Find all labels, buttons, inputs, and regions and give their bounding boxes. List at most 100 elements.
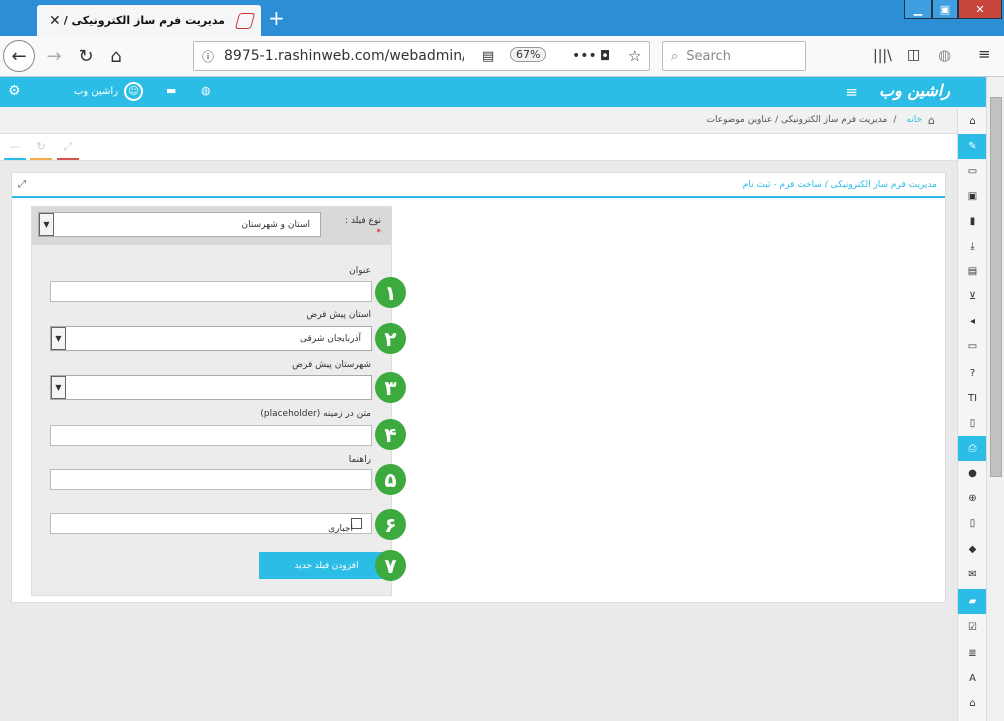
fullscreen-icon[interactable]: ⤢ xyxy=(57,140,79,160)
app-header: ⚙ راشین وب ☺ ▬ ◍ ≡ راشین وب xyxy=(0,77,990,107)
font-icon[interactable]: A xyxy=(958,666,987,691)
breadcrumb-current: مدیریت فرم ساز الکترونیکی / عناوین موضوع… xyxy=(706,115,888,125)
placeholder-label: متن در زمینه (placeholder) xyxy=(260,409,371,419)
more-icon[interactable]: ••• xyxy=(572,48,597,64)
field-type-value: استان و شهرستان xyxy=(241,219,310,230)
question-icon[interactable]: ? xyxy=(958,361,987,386)
sidebar-icon[interactable]: ◫ xyxy=(907,47,920,63)
field-type-label: نوع فیلد : xyxy=(345,216,381,226)
browser-tab[interactable]: ✕ مدیریت فرم ساز الکترونیکی / عناوی xyxy=(37,5,261,36)
guide-input[interactable] xyxy=(50,469,372,490)
step-marker-7: ۷ xyxy=(375,550,406,581)
home-icon[interactable]: ⌂ xyxy=(928,114,935,127)
scrollbar-thumb[interactable] xyxy=(990,97,1002,477)
required-label: اجباری xyxy=(328,524,353,534)
default-province-label: استان پیش فرض xyxy=(306,310,371,320)
reload-icon[interactable]: ↻ xyxy=(70,40,102,72)
avatar-icon: ☺ xyxy=(124,82,144,101)
guide-label: راهنما xyxy=(348,455,371,465)
expand-icon[interactable]: ⤢ xyxy=(18,179,26,190)
user-menu[interactable]: راشین وب ☺ xyxy=(74,82,144,101)
library-icon[interactable]: |||\ xyxy=(873,48,892,64)
minimize-button[interactable]: ▁ xyxy=(904,0,932,19)
chevron-down-icon[interactable]: ▼ xyxy=(39,213,54,236)
panel-header: مدیریت فرم ساز الکترونیکی / ساخت فرم - ث… xyxy=(12,173,945,198)
field-form: نوع فیلد : * استان و شهرستان ▼ عنوان است… xyxy=(31,206,406,596)
chevron-down-icon[interactable]: ▼ xyxy=(51,376,66,399)
printer-icon[interactable]: ⎙ xyxy=(958,436,987,461)
monitor-icon[interactable]: ▭ xyxy=(958,334,987,359)
step-marker-4: ۴ xyxy=(375,419,406,450)
maximize-button[interactable]: ▣ xyxy=(932,0,958,19)
page-icon[interactable]: ▯ xyxy=(958,411,987,436)
tab-title: مدیریت فرم ساز الکترونیکی / عناوی xyxy=(61,14,225,27)
check-square-icon[interactable]: ☑ xyxy=(958,615,987,640)
cart-icon[interactable]: ⊻ xyxy=(958,284,987,309)
window-titlebar: ✕ مدیریت فرم ساز الکترونیکی / عناوی + ▁ … xyxy=(0,0,1004,36)
required-star: * xyxy=(376,228,382,238)
film-icon[interactable]: ▤ xyxy=(958,259,987,284)
back-arrow-icon[interactable]: ← xyxy=(3,40,35,72)
main-panel: مدیریت فرم ساز الکترونیکی / ساخت فرم - ث… xyxy=(11,172,946,603)
panel-title: مدیریت فرم ساز الکترونیکی / ساخت فرم - ث… xyxy=(742,179,937,190)
bookmark-star-icon[interactable]: ☆ xyxy=(628,47,641,65)
speaker-icon[interactable]: ◂ xyxy=(958,309,987,334)
home-icon[interactable]: ⌂ xyxy=(958,109,987,134)
comments-icon[interactable]: ◆ xyxy=(958,537,987,562)
pocket-icon[interactable]: ◘ xyxy=(600,49,610,64)
id-card-icon[interactable]: ▭ xyxy=(958,159,987,184)
default-city-label: شهرستان پیش فرض xyxy=(292,360,371,370)
envelope-icon[interactable]: ✉ xyxy=(958,562,987,587)
refresh-icon[interactable]: ↻ xyxy=(30,140,52,160)
tab-close-icon[interactable]: ✕ xyxy=(49,13,61,29)
field-type-select[interactable]: استان و شهرستان ▼ xyxy=(38,212,321,237)
list-icon[interactable]: ≣ xyxy=(958,641,987,666)
url-text: 8975-1.rashinweb.com/webadmin/ xyxy=(224,48,465,64)
menu-icon[interactable]: ≡ xyxy=(978,45,991,63)
add-field-button[interactable]: افزودن فیلد جدید xyxy=(259,552,394,579)
user-icon[interactable]: ● xyxy=(958,461,987,486)
chevron-down-icon[interactable]: ▼ xyxy=(51,327,66,350)
panel-toolstrip: — ↻ ⤢ xyxy=(0,134,957,161)
folder-open-icon[interactable]: ▰ xyxy=(958,589,987,614)
default-province-value: آذربایجان شرقی xyxy=(300,333,361,344)
user-name: راشین وب xyxy=(74,86,119,97)
right-sidebar: ⌂ ✎ ▭ ▣ ▮ ⤓ ▤ ⊻ ◂ ▭ ? TI ▯ ⎙ ● ⊕ ▯ ◆ ✉ ▰… xyxy=(957,107,987,721)
close-window-button[interactable]: ✕ xyxy=(958,0,1002,19)
pencil-icon[interactable]: ✎ xyxy=(958,134,987,159)
info-icon[interactable]: ⓘ xyxy=(202,48,214,65)
placeholder-input[interactable] xyxy=(50,425,372,446)
step-marker-6: ۶ xyxy=(375,509,406,540)
globe-icon[interactable]: ◍ xyxy=(938,46,951,64)
title-label: عنوان xyxy=(349,266,371,276)
minimize-panel-icon[interactable]: — xyxy=(4,140,26,160)
globe-icon[interactable]: ◍ xyxy=(201,84,211,97)
mobile-icon[interactable]: ▯ xyxy=(958,511,987,536)
new-tab-icon[interactable]: + xyxy=(268,6,285,30)
breadcrumb-home[interactable]: خانه xyxy=(906,115,922,125)
home-icon[interactable]: ⌂ xyxy=(100,40,132,72)
forward-arrow-icon[interactable]: → xyxy=(38,40,70,72)
url-bar[interactable]: ⓘ 8975-1.rashinweb.com/webadmin/ ▤ 67% •… xyxy=(193,41,650,71)
search-input[interactable]: ⌕ Search xyxy=(662,41,806,71)
default-city-select[interactable]: ▼ xyxy=(50,375,372,400)
vertical-scrollbar[interactable] xyxy=(986,77,1004,721)
download-icon[interactable]: ⤓ xyxy=(958,234,987,259)
add-user-icon[interactable]: ⊕ xyxy=(958,486,987,511)
bank-icon[interactable]: ⌂ xyxy=(958,691,987,716)
image-icon[interactable]: ▣ xyxy=(958,184,987,209)
title-input[interactable] xyxy=(50,281,372,302)
step-marker-1: ۱ xyxy=(375,277,406,308)
browser-navbar: ← → ↻ ⌂ ⓘ 8975-1.rashinweb.com/webadmin/… xyxy=(0,36,1004,77)
text-size-icon[interactable]: TI xyxy=(958,386,987,411)
file-icon[interactable]: ▮ xyxy=(958,209,987,234)
search-placeholder: Search xyxy=(686,48,731,64)
zoom-level[interactable]: 67% xyxy=(510,47,547,62)
card-icon[interactable]: ▬ xyxy=(166,84,176,97)
reader-icon[interactable]: ▤ xyxy=(482,49,494,64)
hamburger-icon[interactable]: ≡ xyxy=(845,83,858,101)
step-marker-3: ۳ xyxy=(375,372,406,403)
default-province-select[interactable]: آذربایجان شرقی ▼ xyxy=(50,326,372,351)
favicon-icon xyxy=(234,12,256,29)
settings-gear-icon[interactable]: ⚙ xyxy=(8,83,21,99)
